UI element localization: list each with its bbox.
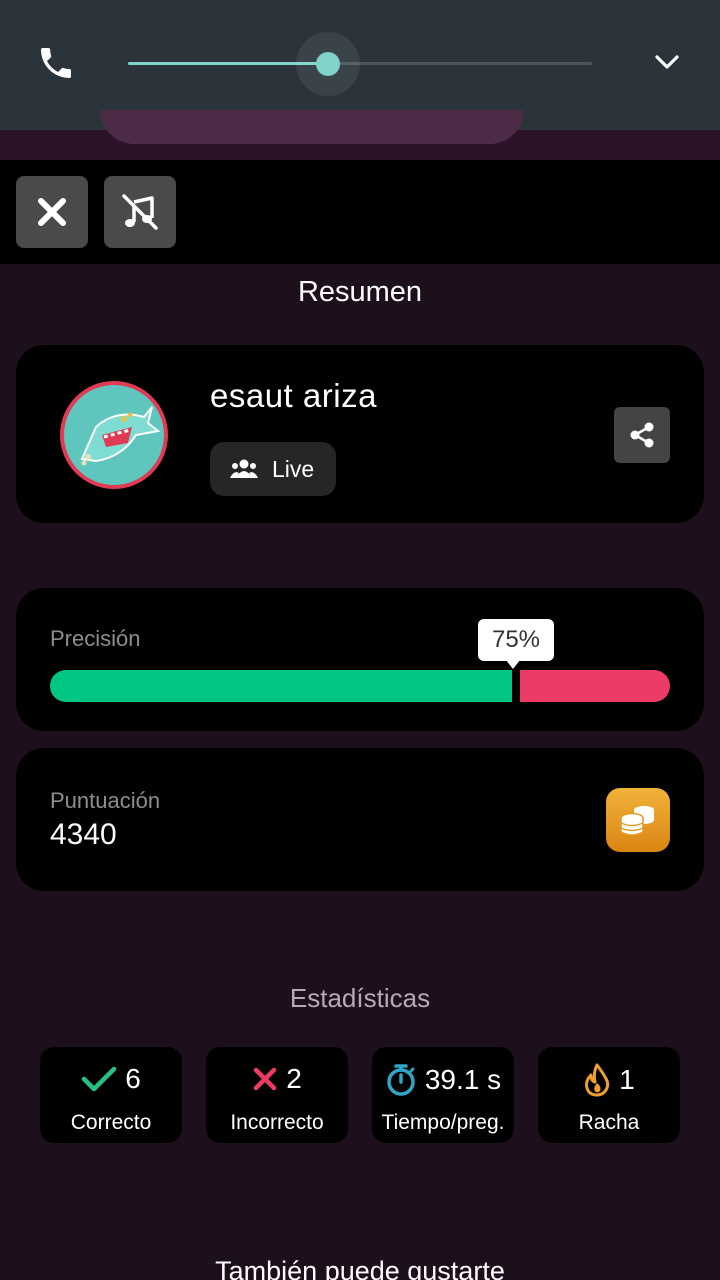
close-icon <box>38 198 66 226</box>
recommendations-title: También puede gustarte <box>215 1256 505 1280</box>
music-off-icon <box>122 194 158 230</box>
stat-time-per-question: 39.1 s Tiempo/preg. <box>372 1047 514 1143</box>
top-toolbar <box>0 160 720 264</box>
stat-label: Tiempo/preg. <box>381 1111 505 1134</box>
player-card: esaut ariza Live <box>16 345 704 523</box>
share-icon <box>630 422 654 448</box>
flame-icon <box>585 1063 610 1097</box>
shark-avatar-icon <box>80 406 161 466</box>
summary-title: Resumen <box>297 276 423 308</box>
stat-label: Racha <box>578 1111 640 1134</box>
stat-value: 39.1 s <box>424 1064 502 1095</box>
stat-label: Correcto <box>70 1111 152 1134</box>
stat-streak: 1 Racha <box>538 1047 680 1143</box>
header-pill <box>100 110 524 144</box>
stat-correct: 6 Correcto <box>40 1047 182 1143</box>
volume-slider-thumb[interactable] <box>315 52 340 76</box>
avatar[interactable] <box>60 381 168 489</box>
accuracy-percent-bubble: 75% <box>478 619 554 669</box>
x-icon <box>253 1067 277 1091</box>
score-card: Puntuación 4340 <box>16 748 704 891</box>
check-icon <box>81 1066 117 1092</box>
volume-slider[interactable] <box>128 62 592 65</box>
accuracy-label: Precisión <box>50 626 141 651</box>
player-name: esaut ariza <box>210 377 377 414</box>
chevron-down-icon[interactable] <box>652 50 682 74</box>
mode-label: Live <box>272 455 315 482</box>
share-button[interactable] <box>614 407 670 463</box>
users-icon <box>230 459 258 478</box>
avatar-image <box>64 385 164 485</box>
stats-title: Estadísticas <box>289 983 431 1013</box>
stat-value: 1 <box>619 1064 635 1095</box>
score-value: 4340 <box>50 818 117 851</box>
coins-icon <box>620 806 654 836</box>
stat-value: 2 <box>286 1063 302 1094</box>
score-label: Puntuación <box>50 788 161 813</box>
mute-music-button[interactable] <box>104 176 176 248</box>
coins-badge <box>606 788 670 852</box>
mode-badge: Live <box>210 442 336 496</box>
stat-incorrect: 2 Incorrecto <box>206 1047 348 1143</box>
stat-label: Incorrecto <box>230 1111 324 1134</box>
accuracy-card: Precisión 75% <box>16 588 704 731</box>
close-button[interactable] <box>16 176 88 248</box>
phone-icon[interactable] <box>36 42 76 84</box>
accuracy-correct-bar <box>50 670 512 702</box>
stat-value: 6 <box>125 1063 141 1094</box>
stopwatch-icon <box>387 1064 415 1096</box>
accuracy-incorrect-bar <box>520 670 670 702</box>
